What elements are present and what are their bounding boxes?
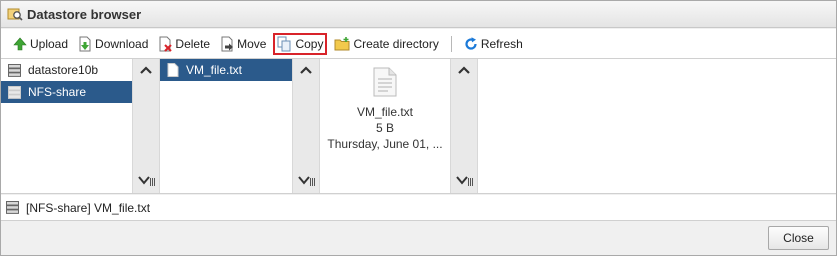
- status-bar: [NFS-share] VM_file.txt: [1, 195, 836, 221]
- delete-label: Delete: [175, 36, 211, 51]
- move-button[interactable]: Move: [217, 33, 269, 55]
- file-list: VM_file.txt: [160, 59, 292, 193]
- title-bar: Datastore browser: [1, 1, 836, 28]
- refresh-label: Refresh: [480, 36, 523, 51]
- upload-icon: [13, 37, 27, 51]
- preview-file-name: VM_file.txt: [356, 105, 413, 119]
- copy-icon: [277, 36, 292, 52]
- upload-button[interactable]: Upload: [10, 33, 71, 55]
- preview-modified-date: Thursday, June 01, ...: [327, 137, 443, 151]
- close-button[interactable]: Close: [768, 226, 829, 250]
- empty-pane: [478, 59, 836, 193]
- datastore-item-datastore10b[interactable]: datastore10b: [1, 59, 132, 81]
- create-directory-button[interactable]: Create directory: [331, 33, 441, 55]
- column-resize-icon[interactable]: [456, 175, 474, 187]
- copy-label: Copy: [295, 36, 324, 51]
- datastore-browser-icon: [7, 6, 23, 22]
- datastore-item-nfs-share[interactable]: NFS-share: [1, 81, 132, 103]
- delete-button[interactable]: Delete: [155, 33, 213, 55]
- scroll-up-icon[interactable]: [139, 65, 153, 75]
- download-icon: [78, 36, 92, 52]
- file-item[interactable]: VM_file.txt: [160, 59, 292, 81]
- selected-path: [NFS-share] VM_file.txt: [26, 200, 151, 215]
- refresh-icon: [464, 36, 478, 51]
- datastore-icon: [6, 201, 19, 214]
- datastore-icon: [8, 85, 21, 99]
- download-label: Download: [95, 36, 149, 51]
- datastore-label: datastore10b: [28, 63, 99, 77]
- file-preview: VM_file.txt 5 B Thursday, June 01, ...: [320, 67, 450, 152]
- toolbar: Upload Download Delete Move Copy Create …: [1, 29, 836, 58]
- file-preview-pane: VM_file.txt 5 B Thursday, June 01, ...: [320, 59, 450, 193]
- text-file-icon: [167, 63, 179, 77]
- datastore-list: datastore10b NFS-share: [1, 59, 132, 193]
- dialog-footer: Close: [1, 222, 836, 255]
- move-icon: [220, 36, 234, 52]
- datastore-icon: [8, 63, 21, 77]
- create-directory-label: Create directory: [353, 36, 439, 51]
- toolbar-separator: [450, 35, 452, 52]
- new-folder-icon: [334, 36, 350, 51]
- window-title: Datastore browser: [27, 6, 142, 22]
- file-name: VM_file.txt: [186, 63, 243, 77]
- scroll-up-icon[interactable]: [299, 65, 313, 75]
- text-file-large-icon: [373, 67, 397, 97]
- delete-icon: [158, 36, 173, 52]
- refresh-button[interactable]: Refresh: [461, 33, 526, 55]
- browser-panes: datastore10b NFS-share VM_file.txt VM_fi…: [1, 58, 836, 194]
- scrollbar-files[interactable]: [292, 59, 320, 193]
- datastore-browser-dialog: Datastore browser Upload Download Delete…: [0, 0, 837, 256]
- move-label: Move: [237, 36, 267, 51]
- column-resize-icon[interactable]: [138, 175, 156, 187]
- preview-file-size: 5 B: [375, 121, 394, 135]
- upload-label: Upload: [30, 36, 69, 51]
- download-button[interactable]: Download: [75, 33, 151, 55]
- scrollbar-preview[interactable]: [450, 59, 478, 193]
- datastore-label: NFS-share: [28, 85, 87, 99]
- scroll-up-icon[interactable]: [457, 65, 471, 75]
- copy-button[interactable]: Copy: [273, 32, 328, 55]
- column-resize-icon[interactable]: [298, 175, 316, 187]
- scrollbar-datastores[interactable]: [132, 59, 160, 193]
